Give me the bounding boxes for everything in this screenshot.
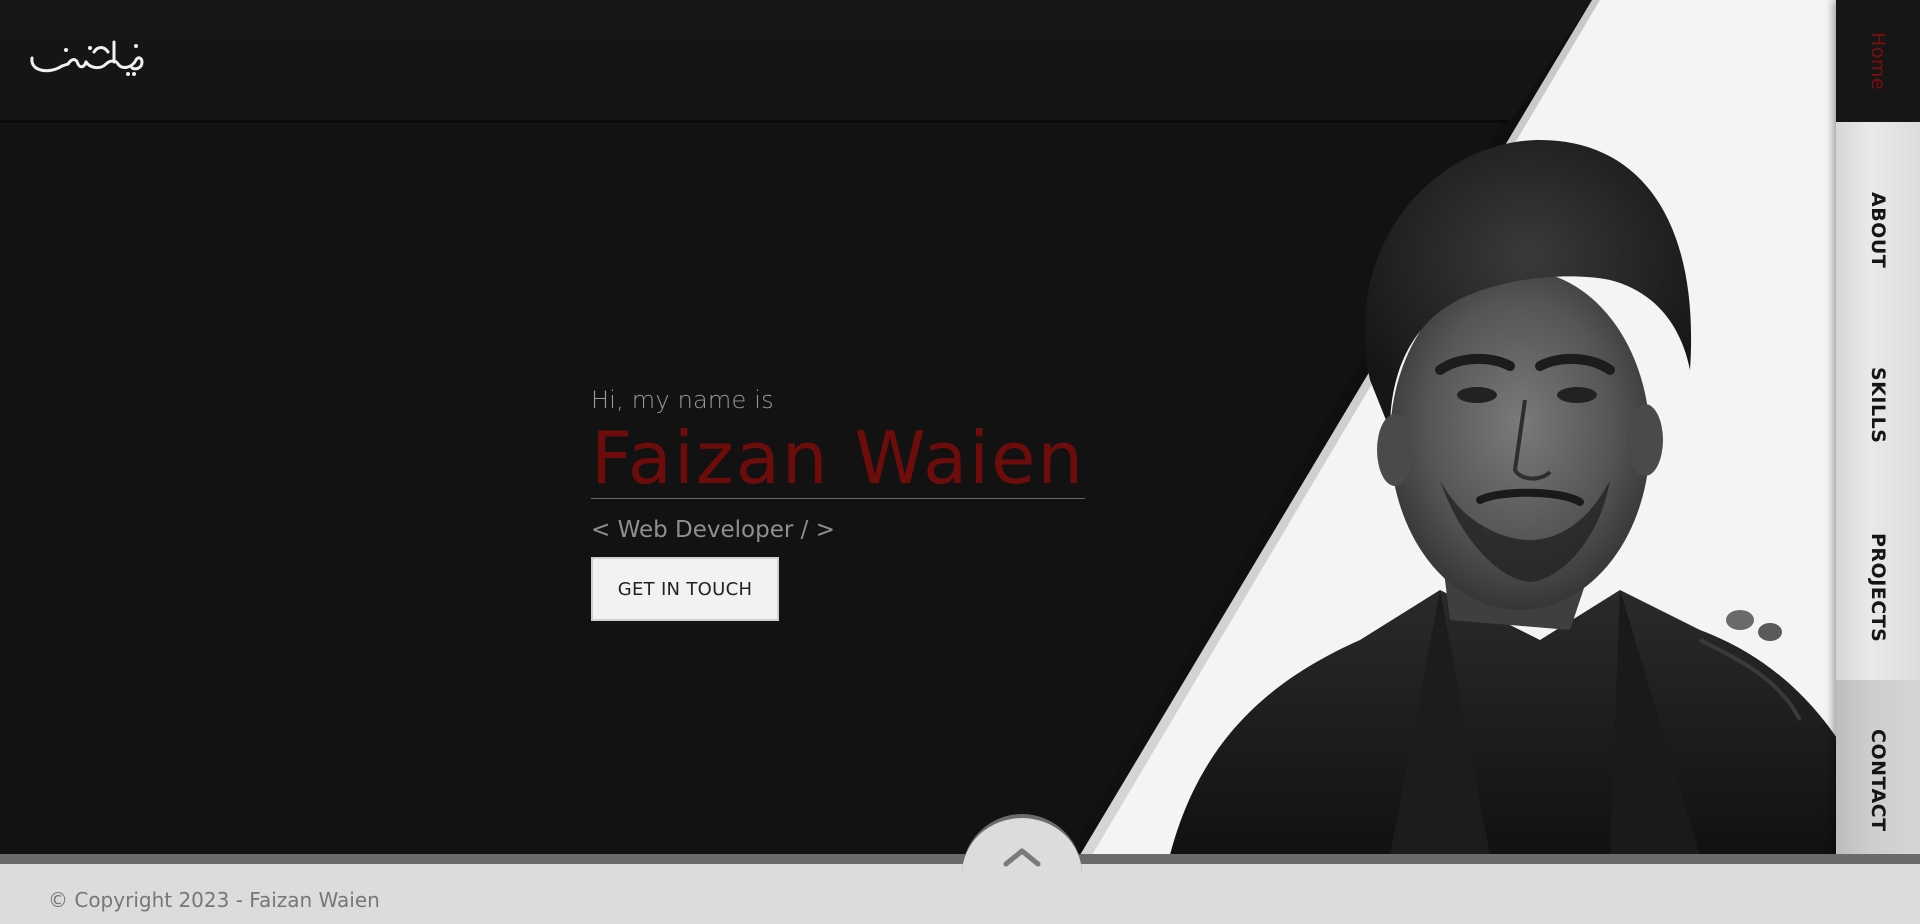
nav-item-label: Home bbox=[1867, 31, 1889, 91]
nav-item-label: PROJECTS bbox=[1867, 533, 1889, 643]
side-navigation: Home ABOUT SKILLS PROJECTS CONTACT bbox=[1836, 0, 1920, 924]
nav-item-skills[interactable]: SKILLS bbox=[1836, 345, 1920, 465]
hero-name: Faizan Waien bbox=[591, 416, 1086, 500]
header-divider bbox=[0, 120, 1510, 123]
copyright-text: © Copyright 2023 - Faizan Waien bbox=[48, 888, 380, 912]
nav-item-label: ABOUT bbox=[1867, 191, 1889, 269]
nav-item-projects[interactable]: PROJECTS bbox=[1836, 528, 1920, 648]
calligraphy-logo-icon bbox=[30, 40, 144, 76]
nav-item-home[interactable]: Home bbox=[1836, 0, 1920, 122]
nav-item-about[interactable]: ABOUT bbox=[1836, 170, 1920, 290]
hero-greeting: Hi, my name is bbox=[591, 386, 774, 414]
chevron-up-icon bbox=[1003, 848, 1041, 867]
home-page: Hi, my name is Faizan Waien < Web Develo… bbox=[0, 0, 1920, 924]
nav-item-label: CONTACT bbox=[1867, 728, 1889, 832]
site-logo[interactable] bbox=[28, 28, 148, 84]
hero-role: < Web Developer / > bbox=[591, 517, 835, 543]
hero-section: Hi, my name is Faizan Waien < Web Develo… bbox=[591, 386, 1086, 621]
site-footer: © Copyright 2023 - Faizan Waien bbox=[0, 864, 1920, 924]
footer-divider bbox=[0, 854, 1920, 864]
nav-item-contact[interactable]: CONTACT bbox=[1836, 720, 1920, 840]
get-in-touch-button[interactable]: GET IN TOUCH bbox=[591, 557, 779, 621]
scroll-to-top-button[interactable] bbox=[962, 814, 1082, 924]
nav-item-label: SKILLS bbox=[1867, 366, 1889, 444]
profile-photo bbox=[1170, 140, 1880, 855]
